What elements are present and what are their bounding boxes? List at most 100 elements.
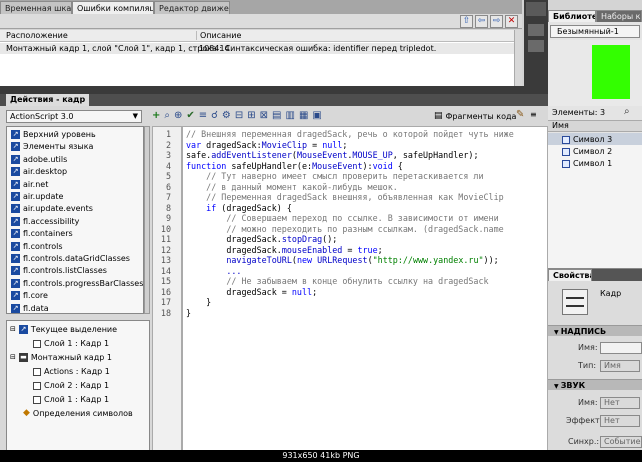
toolbox-item[interactable]: ↗ fl.controls.listClasses — [11, 265, 107, 276]
library-item[interactable]: Символ 3 — [562, 134, 612, 145]
movieclip-icon — [562, 135, 570, 144]
toolbox-item[interactable]: ↗ air.desktop — [11, 166, 67, 177]
properties-type: Кадр — [600, 289, 622, 298]
toolbox-scrollbar[interactable] — [144, 126, 150, 314]
comment-block-icon[interactable]: ▤ — [272, 110, 281, 121]
sound-section[interactable]: ▼ ЗВУК — [548, 379, 642, 390]
toolbox-toggle-icon[interactable]: ▣ — [312, 110, 321, 121]
toolbox-item-label: fl.accessibility — [23, 216, 80, 226]
code-editor[interactable]: // Внешняя переменная dragedSack, речь о… — [182, 126, 548, 454]
dock-button[interactable] — [526, 2, 546, 16]
table-row[interactable]: Монтажный кадр 1, слой "Слой 1", кадр 1,… — [0, 43, 514, 54]
toolbox-item[interactable]: ↗ air.net — [11, 179, 48, 190]
toolbox-item[interactable]: ↗ fl.core — [11, 290, 48, 301]
add-item-icon[interactable]: + — [152, 110, 160, 121]
library-item[interactable]: Символ 1 — [562, 158, 612, 169]
search-icon[interactable]: ⌕ — [624, 106, 636, 117]
col-location[interactable]: Расположение — [6, 31, 68, 40]
label-name-field[interactable] — [600, 342, 642, 354]
error-location: Монтажный кадр 1, слой "Слой 1", кадр 1,… — [6, 44, 230, 53]
toolbox-item-label: Верхний уровень — [23, 130, 96, 139]
toolbox-item-label: Элементы языка — [23, 142, 94, 152]
tree-item[interactable]: Actions : Кадр 1 — [33, 366, 110, 377]
expand-all-icon[interactable]: ⊠ — [260, 110, 268, 121]
tab-timeline[interactable]: Временная шкала — [0, 1, 72, 14]
code-hint-icon[interactable]: ☌ — [211, 110, 218, 121]
package-icon: ↗ — [11, 303, 20, 313]
document-select[interactable]: Безымянный-1 — [550, 25, 640, 38]
properties-panel: Свойства Кадр ▼ НАДПИСЬ Имя: Тип: Имя ▼ … — [548, 268, 642, 462]
tree-symbol-defs[interactable]: ◆ Определения символов — [23, 408, 133, 419]
tree-current-selection[interactable]: ⊟ ↗ Текущее выделение — [10, 324, 117, 335]
line-gutter: 1 2 3 4 5 6 7 8 9 10 11 12 13 14 15 16 1… — [152, 126, 174, 454]
compiler-list: Монтажный кадр 1, слой "Слой 1", кадр 1,… — [0, 42, 514, 86]
snippets-icon: ▤ — [434, 111, 443, 121]
package-icon: ↗ — [11, 179, 20, 189]
tree-item[interactable]: Слой 1 : Кадр 1 — [33, 394, 109, 405]
debug-icon[interactable]: ⚙ — [222, 110, 231, 121]
toolbox-item[interactable]: ↗ fl.containers — [11, 228, 73, 239]
pen-icon[interactable]: ✎ — [516, 109, 524, 120]
effect-select[interactable]: Нет — [600, 415, 640, 427]
image-footer: 931x650 41kb PNG — [0, 450, 642, 462]
label-type-label: Тип: — [578, 361, 597, 370]
tree-item[interactable]: Слой 1 : Кадр 1 — [33, 338, 109, 349]
toolbox-item[interactable]: ↗ air.update.events — [11, 203, 93, 214]
movieclip-icon — [562, 147, 570, 156]
package-icon: ↗ — [11, 204, 20, 214]
auto-format-icon[interactable]: ≡ — [199, 110, 207, 121]
toolbox-item[interactable]: ↗ Элементы языка — [11, 141, 93, 152]
package-icon: ↗ — [11, 142, 20, 152]
package-icon: ↗ — [11, 291, 20, 301]
toolbox-item[interactable]: ↗ fl.controls — [11, 241, 62, 252]
code-snippets-button[interactable]: ▤ Фрагменты кода — [434, 111, 516, 121]
tab-library[interactable]: Библиотека — [548, 10, 596, 22]
compiler-scrollbar[interactable] — [514, 30, 522, 86]
actions-toolbar: + ⌕ ⊕ ✔ ≡ ☌ ⚙ ⊟ ⊞ ⊠ ▤ ▥ ▦ ▣ — [152, 110, 322, 121]
language-select[interactable]: ActionScript 3.0 ▼ — [6, 110, 142, 123]
library-name-header[interactable]: Имя — [548, 120, 642, 132]
panel-menu-icon[interactable]: ≡ — [530, 110, 537, 119]
toolbox-item[interactable]: ↗ Верхний уровень — [11, 129, 96, 140]
target-icon[interactable]: ⊕ — [174, 110, 182, 121]
toolbox-item-label: fl.controls.dataGridClasses — [23, 254, 130, 263]
prev-error-icon[interactable]: ⇦ — [475, 15, 488, 28]
compiler-toolbar: ⇧ ⇦ ⇨ ✕ — [0, 14, 522, 29]
label-section[interactable]: ▼ НАДПИСЬ — [548, 325, 642, 336]
label-type-select[interactable]: Имя — [600, 360, 640, 372]
toolbox-item[interactable]: ↗ fl.data — [11, 303, 49, 314]
uncomment-icon[interactable]: ▦ — [299, 110, 308, 121]
script-icon — [33, 367, 41, 376]
col-description[interactable]: Описание — [196, 31, 241, 40]
library-item[interactable]: Символ 2 — [562, 146, 612, 157]
sound-name-select[interactable]: Нет — [600, 397, 640, 409]
toolbox-item-label: fl.controls.listClasses — [23, 266, 107, 276]
collapse-selection-icon[interactable]: ⊞ — [247, 110, 255, 121]
library-dock-icon[interactable] — [528, 24, 544, 36]
sync-select[interactable]: Событие — [600, 436, 642, 448]
tab-properties[interactable]: Свойства — [548, 269, 592, 281]
next-error-icon[interactable]: ⇨ — [490, 15, 503, 28]
tree-scene[interactable]: ⊟ ▬ Монтажный кадр 1 — [10, 352, 112, 363]
tree-item[interactable]: Слой 2 : Кадр 1 — [33, 380, 109, 391]
clear-icon[interactable]: ✕ — [505, 15, 518, 28]
toolbox-item[interactable]: ↗ fl.controls.progressBarClasses — [11, 278, 143, 289]
comment-line-icon[interactable]: ▥ — [285, 110, 294, 121]
tab-compiler-errors[interactable]: Ошибки компиляции — [72, 1, 154, 14]
swatches-dock-icon[interactable] — [528, 40, 544, 52]
tab-presets[interactable]: Наборы ка — [596, 10, 642, 22]
library-list: Символ 3 Символ 2 Символ 1 — [548, 133, 642, 268]
toolbox-item[interactable]: ↗ adobe.utils — [11, 154, 67, 165]
find-icon[interactable]: ⌕ — [164, 110, 170, 121]
toolbox-item-label: fl.containers — [23, 229, 73, 239]
toolbox-item[interactable]: ↗ fl.accessibility — [11, 216, 79, 227]
fold-gutter[interactable] — [174, 126, 182, 454]
goto-source-icon[interactable]: ⇧ — [460, 15, 473, 28]
toolbox-item[interactable]: ↗ air.update — [11, 191, 63, 202]
script-navigator: ⊟ ↗ Текущее выделение Слой 1 : Кадр 1 ⊟ ▬ Мо… — [6, 320, 150, 454]
library-panel: Безымянный-1 Элементы: 3 ⌕ Имя Символ 3 … — [548, 22, 642, 268]
check-syntax-icon[interactable]: ✔ — [186, 110, 194, 121]
collapse-icon[interactable]: ⊟ — [235, 110, 243, 121]
toolbox-item[interactable]: ↗ fl.controls.dataGridClasses — [11, 253, 130, 264]
tab-motion-editor[interactable]: Редактор движения — [154, 1, 230, 14]
